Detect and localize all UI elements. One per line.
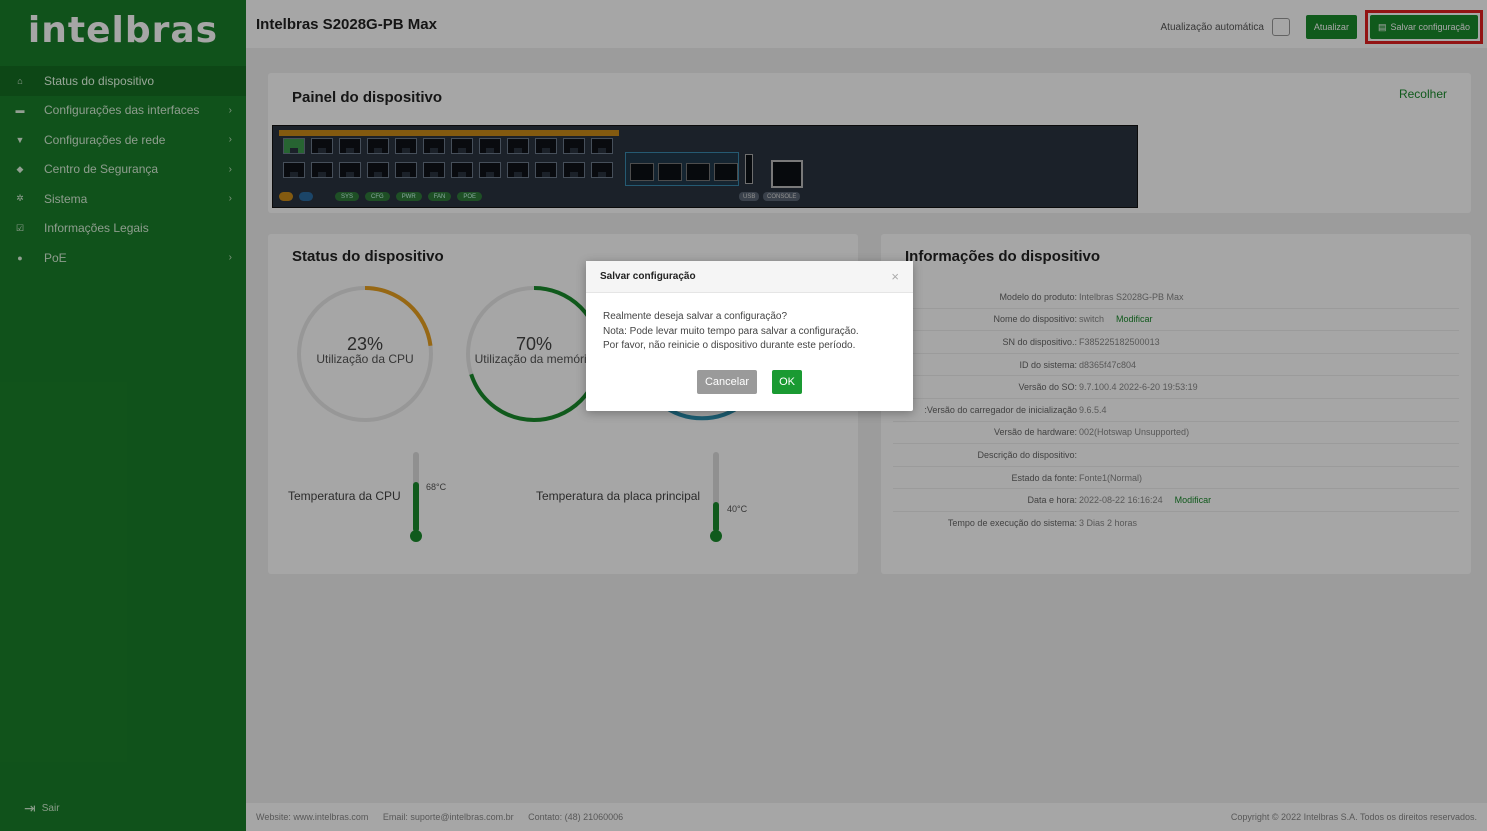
dialog-message-line-1: Realmente deseja salvar a configuração? [603,311,787,322]
ok-button[interactable]: OK [772,370,803,394]
modal-overlay[interactable] [0,0,1487,831]
save-config-dialog: Salvar configuração × Realmente deseja s… [586,261,913,411]
dialog-title: Salvar configuração [600,271,696,282]
close-icon[interactable]: × [891,269,899,284]
dialog-actions: Cancelar OK [586,370,913,394]
dialog-body: Realmente deseja salvar a configuração? … [586,293,913,354]
dialog-header: Salvar configuração × [586,261,913,293]
dialog-message-line-2: Nota: Pode levar muito tempo para salvar… [603,325,859,337]
dialog-message-line-3: Por favor, não reinicie o dispositivo du… [603,340,856,351]
cancel-button[interactable]: Cancelar [696,370,758,394]
